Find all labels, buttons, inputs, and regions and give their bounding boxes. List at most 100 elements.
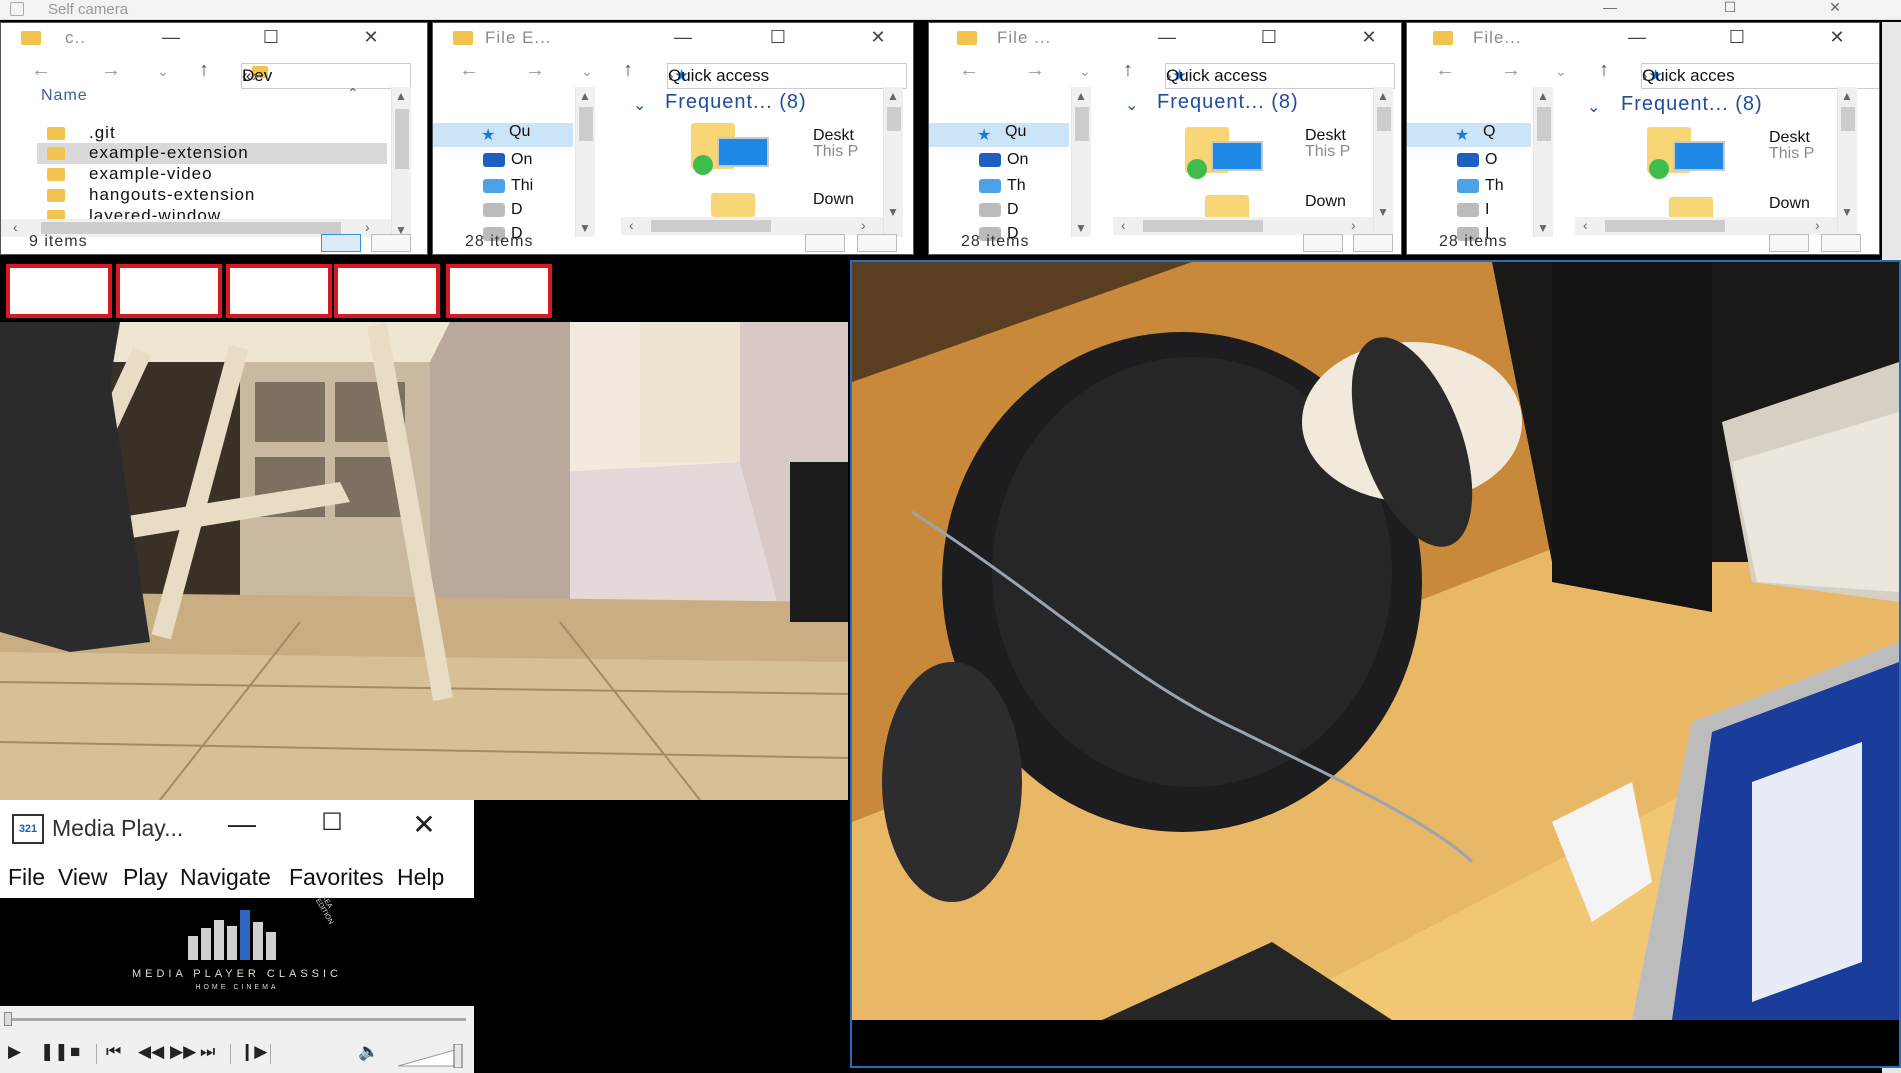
vertical-scrollbar[interactable]: ▲ ▼ bbox=[1837, 87, 1857, 237]
forward-arrow-icon[interactable]: → bbox=[1025, 59, 1045, 82]
history-chevron-icon[interactable]: ⌄ bbox=[157, 63, 169, 80]
back-arrow-icon[interactable]: ← bbox=[459, 59, 479, 82]
history-chevron-icon[interactable]: ⌄ bbox=[1079, 63, 1091, 80]
minimize-icon[interactable]: — bbox=[1147, 27, 1187, 51]
history-chevron-icon[interactable]: ⌄ bbox=[581, 63, 593, 80]
close-icon[interactable]: ✕ bbox=[1817, 27, 1857, 51]
scrollbar-thumb[interactable] bbox=[1377, 107, 1391, 131]
nav-item-this-pc[interactable]: Thi bbox=[433, 177, 573, 201]
large-icons-view-icon[interactable] bbox=[1821, 234, 1861, 252]
seek-knob[interactable] bbox=[4, 1012, 12, 1026]
scroll-down-icon[interactable]: ▼ bbox=[1841, 205, 1853, 219]
nav-item-quick-access[interactable]: ★ Qu bbox=[433, 123, 573, 147]
scroll-up-icon[interactable]: ▲ bbox=[887, 89, 899, 103]
nav-item-this-pc[interactable]: Th bbox=[1407, 177, 1531, 201]
large-icons-view-icon[interactable] bbox=[857, 234, 897, 252]
details-view-icon[interactable] bbox=[805, 234, 845, 252]
minimize-icon[interactable]: — bbox=[218, 808, 266, 848]
file-row[interactable]: .git bbox=[37, 123, 387, 144]
explorer-window-dev[interactable]: c.. — ☐ ✕ ← → ⌄ ↑ « Dev › Name ⌃ .git ex… bbox=[0, 22, 428, 255]
forward-arrow-icon[interactable]: → bbox=[1501, 59, 1521, 82]
frequent-folders-header[interactable]: Frequent... (8) bbox=[1621, 93, 1763, 116]
play-icon[interactable]: ▶ bbox=[8, 1042, 21, 1062]
menu-navigate[interactable]: Navigate bbox=[180, 864, 271, 891]
file-row[interactable]: layered-window bbox=[37, 206, 387, 220]
downloads-folder-icon[interactable] bbox=[1669, 197, 1713, 219]
large-icons-view-icon[interactable] bbox=[371, 234, 411, 252]
close-icon[interactable]: ✕ bbox=[1815, 0, 1855, 20]
vertical-scrollbar[interactable]: ▲ ▼ bbox=[575, 87, 595, 237]
vertical-scrollbar[interactable]: ▲ ▼ bbox=[391, 87, 411, 239]
maximize-icon[interactable]: ☐ bbox=[308, 808, 356, 848]
scrollbar-thumb[interactable] bbox=[395, 109, 409, 169]
scroll-up-icon[interactable]: ▲ bbox=[1537, 89, 1549, 103]
vertical-scrollbar[interactable]: ▲ ▼ bbox=[883, 87, 903, 237]
pause-icon[interactable]: ❚❚ bbox=[40, 1042, 69, 1062]
address-bar[interactable]: « Dev › bbox=[241, 63, 411, 89]
seek-track[interactable] bbox=[8, 1018, 466, 1021]
desktop-folder-icon[interactable] bbox=[1185, 127, 1263, 179]
details-view-icon[interactable] bbox=[1769, 234, 1809, 252]
close-icon[interactable]: ✕ bbox=[1349, 27, 1389, 51]
stop-icon[interactable]: ■ bbox=[70, 1042, 80, 1062]
vertical-scrollbar[interactable]: ▲ ▼ bbox=[1533, 87, 1553, 237]
scrollbar-thumb[interactable] bbox=[1537, 107, 1551, 141]
media-player-window[interactable]: 321 Media Play... — ☐ ✕ File View Play N… bbox=[0, 800, 474, 1073]
fast-forward-icon[interactable]: ▶▶ bbox=[170, 1042, 196, 1062]
minimize-icon[interactable]: — bbox=[1617, 27, 1657, 51]
nav-item-quick-access[interactable]: ★ Q bbox=[1407, 123, 1531, 147]
close-icon[interactable]: ✕ bbox=[858, 27, 898, 51]
scroll-down-icon[interactable]: ▼ bbox=[1377, 205, 1389, 219]
scroll-up-icon[interactable]: ▲ bbox=[1841, 89, 1853, 103]
minimize-icon[interactable]: — bbox=[1590, 0, 1630, 20]
scroll-up-icon[interactable]: ▲ bbox=[1377, 89, 1389, 103]
frequent-folders-header[interactable]: Frequent... (8) bbox=[665, 91, 807, 114]
chevron-down-icon[interactable]: ⌄ bbox=[1587, 97, 1600, 117]
capture-slot-button-5[interactable] bbox=[446, 264, 552, 318]
scrollbar-thumb[interactable] bbox=[579, 107, 593, 141]
chevron-down-icon[interactable]: ⌄ bbox=[633, 95, 646, 115]
forward-arrow-icon[interactable]: → bbox=[101, 59, 121, 82]
nav-item-drive[interactable]: D bbox=[929, 201, 1069, 225]
rewind-icon[interactable]: ◀◀ bbox=[138, 1042, 164, 1062]
scrollbar-thumb[interactable] bbox=[887, 107, 901, 131]
volume-slider[interactable] bbox=[398, 1044, 466, 1068]
address-bar[interactable]: ★ › Quick access bbox=[1165, 63, 1395, 89]
volume-icon[interactable]: 🔈 bbox=[358, 1042, 379, 1062]
nav-item-onedrive[interactable]: On bbox=[433, 151, 573, 175]
scroll-down-icon[interactable]: ▼ bbox=[887, 205, 899, 219]
maximize-icon[interactable]: ☐ bbox=[251, 27, 291, 51]
frequent-folders-header[interactable]: Frequent... (8) bbox=[1157, 91, 1299, 114]
scroll-up-icon[interactable]: ▲ bbox=[1075, 89, 1087, 103]
file-row[interactable]: hangouts-extension bbox=[37, 185, 387, 206]
back-arrow-icon[interactable]: ← bbox=[31, 59, 51, 82]
scrollbar-thumb[interactable] bbox=[1075, 107, 1089, 141]
address-bar[interactable]: ★ › Quick access bbox=[667, 63, 907, 89]
up-arrow-icon[interactable]: ↑ bbox=[1123, 59, 1133, 82]
details-view-icon[interactable] bbox=[321, 234, 361, 252]
up-arrow-icon[interactable]: ↑ bbox=[1599, 59, 1609, 82]
minimize-icon[interactable]: — bbox=[151, 27, 191, 51]
menu-view[interactable]: View bbox=[58, 864, 107, 891]
back-arrow-icon[interactable]: ← bbox=[959, 59, 979, 82]
address-bar[interactable]: ★ › Quick acces bbox=[1641, 63, 1879, 89]
seek-bar[interactable] bbox=[0, 1006, 474, 1034]
column-header-name[interactable]: Name bbox=[41, 87, 88, 105]
nav-item-this-pc[interactable]: Th bbox=[929, 177, 1069, 201]
forward-arrow-icon[interactable]: → bbox=[525, 59, 545, 82]
explorer-window-quick-access-1[interactable]: File E... — ☐ ✕ ← → ⌄ ↑ ★ › Quick access ★… bbox=[432, 22, 914, 255]
capture-slot-button-2[interactable] bbox=[116, 264, 222, 318]
nav-item-drive[interactable]: D bbox=[433, 201, 573, 225]
media-player-video-area[interactable]: MEDIA PLAYER CLASSIC HOME CINEMA XEA EDI… bbox=[0, 894, 474, 1006]
nav-item-onedrive[interactable]: On bbox=[929, 151, 1069, 175]
file-row[interactable]: example-video bbox=[37, 164, 387, 185]
menu-play[interactable]: Play bbox=[123, 864, 168, 891]
vertical-scrollbar[interactable]: ▲ ▼ bbox=[1373, 87, 1393, 237]
close-icon[interactable]: ✕ bbox=[351, 27, 391, 51]
scroll-up-icon[interactable]: ▲ bbox=[579, 89, 591, 103]
menu-file[interactable]: File bbox=[8, 864, 45, 891]
explorer-window-quick-access-3[interactable]: File... — ☐ ✕ ← → ⌄ ↑ ★ › Quick acces ★ Q O… bbox=[1406, 22, 1880, 255]
back-arrow-icon[interactable]: ← bbox=[1435, 59, 1455, 82]
menu-favorites[interactable]: Favorites bbox=[289, 864, 384, 891]
capture-slot-button-1[interactable] bbox=[6, 264, 112, 318]
